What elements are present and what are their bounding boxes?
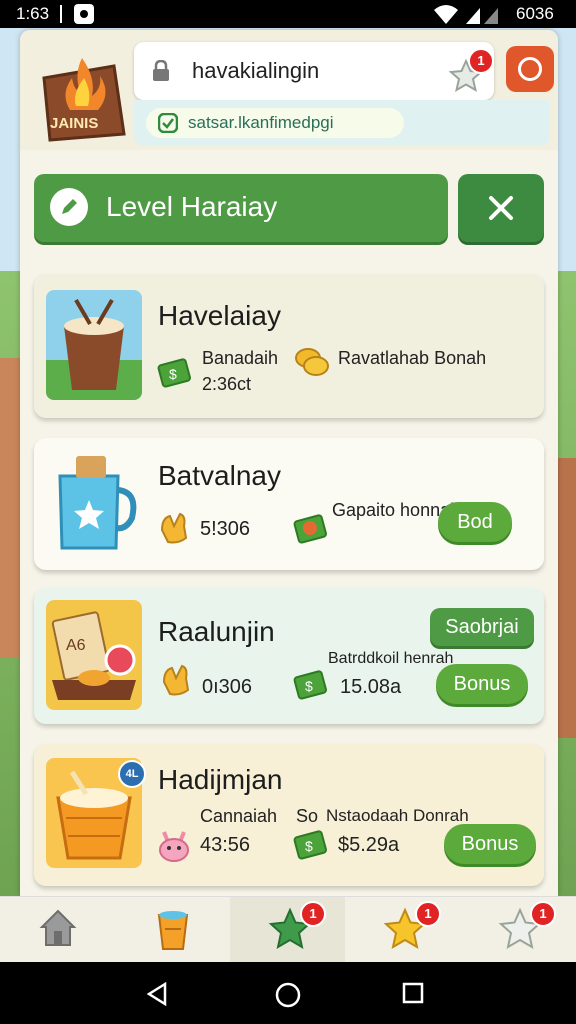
header: JAINIS havakialingin 1 satsar.lkanfimedp… <box>20 30 558 150</box>
stat-value: 2:36ct <box>202 374 252 394</box>
bonus-button[interactable]: Bonus <box>444 824 536 864</box>
reward-label: Nstaodaah Donrah <box>326 806 469 825</box>
svg-text:$: $ <box>305 838 313 854</box>
cash-icon: $ <box>157 358 191 388</box>
card-title: Havelaiay <box>158 300 281 331</box>
stat-value: 0ı306 <box>202 676 253 698</box>
nav-badge: 1 <box>300 901 326 927</box>
stat-value: 43:56 <box>200 834 251 856</box>
status-bar: 1:63 6036 <box>0 0 576 28</box>
level-title-bar[interactable]: Level Haraiay <box>34 174 448 242</box>
home-circle-icon[interactable] <box>275 982 301 1008</box>
nav-white-star[interactable]: 1 <box>460 897 575 963</box>
background-house-left <box>0 358 22 658</box>
bookmark-star-button[interactable]: 1 <box>446 48 494 93</box>
reward-value: $5.29a <box>338 834 400 856</box>
list-item[interactable]: 4L Hadijmjan Cannaiah 43:56 So $ Nstaoda… <box>34 744 544 886</box>
nav-gold-star[interactable]: 1 <box>345 897 460 963</box>
app-notification-icon <box>74 4 94 24</box>
nav-badge: 1 <box>530 901 556 927</box>
level-title: Level Haraiay <box>106 191 278 222</box>
bottom-nav: 1 1 1 <box>0 896 576 963</box>
recents-icon[interactable] <box>402 982 424 1004</box>
middle-label: So <box>296 806 319 826</box>
address-bar[interactable]: havakialingin 1 <box>134 42 494 100</box>
nav-green-star[interactable]: 1 <box>230 897 345 963</box>
list-item[interactable]: Batvalnay 5!306 Gapaito honnah Bod <box>34 438 544 570</box>
reward-value: 15.08a <box>340 676 402 698</box>
cash-icon <box>293 514 327 544</box>
sub-text: satsar.lkanfimedpgi <box>188 113 334 132</box>
list-item[interactable]: A6 Saobrjai Raalunjin 0ı306 $ Batrddkoil… <box>34 588 544 724</box>
blue-mug-image <box>58 456 137 550</box>
reward-label: Ravatlahab Bonah <box>338 348 487 368</box>
back-icon[interactable] <box>146 982 168 1006</box>
svg-text:$: $ <box>305 678 313 694</box>
background-house-right <box>556 458 576 738</box>
sub-address-bar: satsar.lkanfimedpgi <box>134 100 550 146</box>
close-button[interactable] <box>458 174 544 242</box>
nav-badge: 1 <box>415 901 441 927</box>
level-badge: 4L <box>118 760 146 788</box>
svg-text:JAINIS: JAINIS <box>50 115 98 132</box>
sign-image: A6 <box>46 600 142 710</box>
url-text: havakialingin <box>192 58 320 83</box>
svg-text:$: $ <box>169 366 177 382</box>
lock-icon <box>153 60 169 81</box>
verified-pill[interactable]: satsar.lkanfimedpgi <box>146 108 404 138</box>
system-nav-bar <box>0 962 576 1024</box>
coins-icon <box>295 348 329 376</box>
list-item[interactable]: Havelaiay $ Banadaih 2:36ct Ravatlahab B… <box>34 274 544 418</box>
cash-icon: $ <box>293 830 327 860</box>
status-tag-button[interactable]: Saobrjai <box>430 608 534 646</box>
hand-icon <box>162 664 190 696</box>
card-title: Raalunjin <box>158 616 275 647</box>
stat-value: 5!306 <box>200 518 251 540</box>
main-panel: JAINIS havakialingin 1 satsar.lkanfimedp… <box>20 30 558 896</box>
check-icon <box>158 113 178 133</box>
pink-pig-icon <box>159 831 189 862</box>
cash-icon: $ <box>293 670 327 700</box>
status-divider <box>60 5 62 23</box>
pencil-icon <box>50 188 88 226</box>
stat-label: Banadaih <box>202 348 279 368</box>
bonus-button[interactable]: Bonus <box>436 664 528 704</box>
coffee-cup-image <box>46 290 142 400</box>
notification-badge: 1 <box>468 48 494 74</box>
card-title: Hadijmjan <box>158 764 283 795</box>
nav-home[interactable] <box>0 897 115 963</box>
status-time: 1:63 <box>16 4 50 23</box>
game-logo: JAINIS <box>42 58 126 142</box>
reward-label: Batrddkoil henrah <box>328 650 454 667</box>
signal-icon <box>434 5 498 24</box>
close-icon <box>489 196 513 220</box>
hand-icon <box>160 512 188 544</box>
menu-button[interactable] <box>506 46 554 92</box>
svg-text:A6: A6 <box>66 637 86 654</box>
home-icon <box>39 909 77 946</box>
cup-icon <box>157 911 189 950</box>
bonus-button[interactable]: Bod <box>438 502 512 542</box>
nav-cup[interactable] <box>115 897 230 963</box>
circle-icon <box>518 57 542 81</box>
card-title: Batvalnay <box>158 460 281 491</box>
stat-label: Cannaiah <box>200 806 278 826</box>
battery-text: 6036 <box>516 4 554 23</box>
